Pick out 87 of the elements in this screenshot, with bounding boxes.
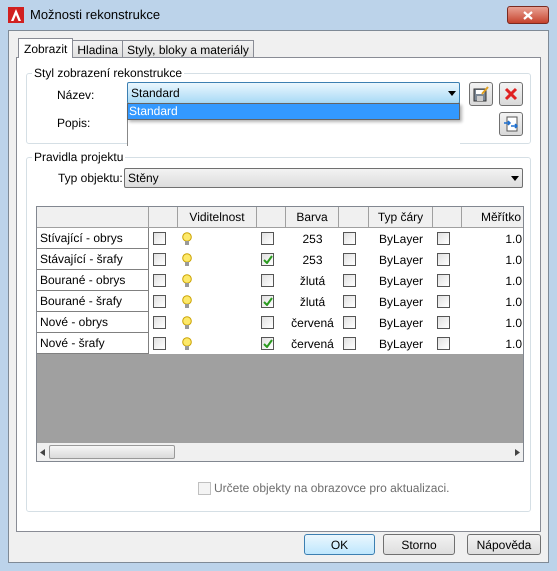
lightbulb-icon[interactable] bbox=[182, 336, 192, 350]
column-header[interactable]: Měřítko bbox=[462, 207, 523, 228]
scroll-right-icon[interactable] bbox=[515, 448, 520, 456]
table-cell-text: ByLayer bbox=[378, 294, 424, 310]
checkbox[interactable] bbox=[261, 337, 274, 350]
checkbox[interactable] bbox=[153, 295, 166, 308]
delete-icon bbox=[504, 87, 518, 101]
group-title: Pravidla projektu bbox=[33, 149, 124, 166]
scroll-left-icon[interactable] bbox=[40, 448, 45, 456]
lightbulb-icon[interactable] bbox=[182, 294, 192, 308]
app-logo-icon bbox=[8, 7, 24, 23]
checkbox[interactable] bbox=[343, 232, 356, 245]
table-cell-text: ByLayer bbox=[378, 272, 424, 290]
checkbox[interactable] bbox=[437, 316, 450, 329]
dropdown-arrow-icon bbox=[448, 90, 456, 96]
table-cell-text: ByLayer bbox=[378, 230, 424, 248]
transfer-icon bbox=[503, 116, 519, 132]
table-cell-text: 1.0 bbox=[505, 252, 522, 268]
checkbox[interactable] bbox=[153, 337, 166, 350]
checkbox[interactable] bbox=[437, 337, 450, 350]
column-header[interactable]: Viditelnost bbox=[178, 207, 257, 228]
checkbox[interactable] bbox=[437, 295, 450, 308]
checkbox[interactable] bbox=[437, 232, 450, 245]
column-header[interactable]: Typ čáry bbox=[369, 207, 433, 228]
field-label: Popis: bbox=[57, 115, 92, 132]
checkbox[interactable] bbox=[343, 316, 356, 329]
checkbox[interactable] bbox=[261, 316, 274, 329]
scrollbar-thumb[interactable] bbox=[49, 445, 175, 459]
table-cell-text: červená bbox=[291, 314, 334, 332]
table-cell-text: 253 bbox=[302, 252, 323, 268]
row-header[interactable]: Nové - šrafy bbox=[37, 333, 149, 354]
table-cell-text: 253 bbox=[302, 230, 323, 248]
checkbox[interactable] bbox=[261, 232, 274, 245]
dropdown-arrow-icon bbox=[511, 176, 519, 180]
delete-button[interactable] bbox=[499, 82, 523, 106]
checkbox[interactable] bbox=[153, 316, 166, 329]
checkbox[interactable] bbox=[343, 274, 356, 287]
checkbox[interactable] bbox=[153, 232, 166, 245]
row-header[interactable]: Bourané - obrys bbox=[37, 270, 149, 291]
checkbox[interactable] bbox=[437, 274, 450, 287]
checkbox[interactable] bbox=[261, 295, 274, 308]
horizontal-scrollbar[interactable] bbox=[37, 443, 523, 461]
save-button[interactable] bbox=[469, 82, 493, 106]
dialog-button[interactable]: Storno bbox=[383, 534, 455, 555]
table-cell-text: 1.0 bbox=[505, 336, 522, 352]
row-header[interactable]: Bourané - šrafy bbox=[37, 291, 149, 312]
lightbulb-icon[interactable] bbox=[182, 232, 192, 246]
dialog-button[interactable]: OK bbox=[304, 534, 375, 555]
style-dropdown[interactable]: Standard bbox=[127, 82, 460, 104]
tab[interactable]: Hladina bbox=[72, 40, 124, 57]
row-header[interactable]: Stívající - obrys bbox=[37, 228, 149, 249]
checkbox[interactable] bbox=[153, 253, 166, 266]
checkbox[interactable] bbox=[261, 253, 274, 266]
table-cell-text: 1.0 bbox=[505, 230, 522, 248]
tab[interactable]: Zobrazit bbox=[18, 38, 74, 58]
table-cell-text: ByLayer bbox=[378, 314, 424, 332]
group-title: Styl zobrazení rekonstrukce bbox=[33, 65, 184, 82]
object-type-dropdown[interactable]: Stěny bbox=[124, 168, 523, 188]
checkbox[interactable] bbox=[343, 295, 356, 308]
close-icon bbox=[523, 10, 533, 20]
dialog-button[interactable]: Nápověda bbox=[467, 534, 541, 555]
table-cell-text: ByLayer bbox=[378, 252, 424, 268]
checkbox[interactable] bbox=[343, 253, 356, 266]
import-button[interactable] bbox=[499, 112, 523, 136]
table-cell-text: 1.0 bbox=[505, 272, 522, 290]
window-title: Možnosti rekonstrukce bbox=[30, 6, 160, 24]
row-header[interactable]: Stávající - šrafy bbox=[37, 249, 149, 270]
lightbulb-icon[interactable] bbox=[182, 252, 192, 266]
table-cell-text: žlutá bbox=[300, 294, 326, 310]
checkbox-label: Určete objekty na obrazovce pro aktualizaci. bbox=[214, 480, 450, 497]
row-header[interactable]: Nové - obrys bbox=[37, 312, 149, 333]
close-button[interactable] bbox=[507, 6, 549, 24]
field-label: Typ objektu: bbox=[57, 170, 124, 187]
table-cell-text: červená bbox=[291, 336, 334, 352]
table-cell-text: žlutá bbox=[300, 272, 326, 290]
checkbox[interactable] bbox=[343, 337, 356, 350]
field-label: Název: bbox=[57, 87, 96, 104]
table-cell-text: 1.0 bbox=[505, 294, 522, 310]
checkbox[interactable] bbox=[261, 274, 274, 287]
lightbulb-icon[interactable] bbox=[182, 316, 192, 330]
lightbulb-icon[interactable] bbox=[182, 274, 192, 288]
checkbox[interactable] bbox=[437, 253, 450, 266]
column-header[interactable]: Barva bbox=[286, 207, 339, 228]
table-cell-text: ByLayer bbox=[378, 336, 424, 352]
checkbox[interactable] bbox=[153, 274, 166, 287]
tab[interactable]: Styly, bloky a materiály bbox=[122, 40, 254, 57]
table-cell-text: 1.0 bbox=[505, 314, 522, 332]
